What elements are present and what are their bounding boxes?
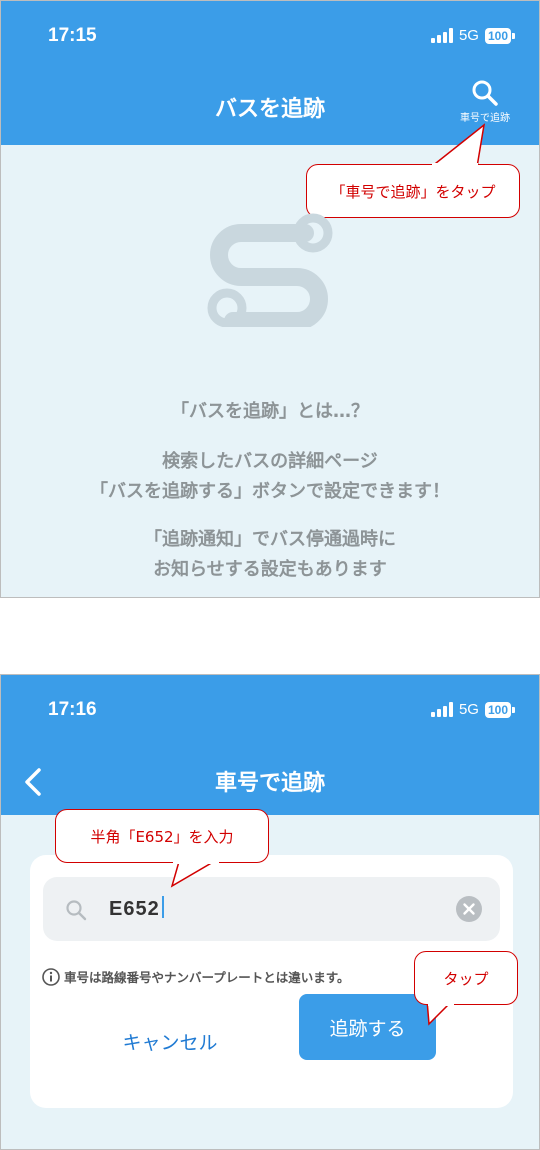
track-by-number-label: 車号で追跡 — [460, 113, 510, 124]
input-value: E652 — [109, 896, 164, 921]
signal-icon — [430, 28, 453, 43]
callout-tap-search: 「車号で追跡」をタップ — [306, 164, 520, 218]
search-icon — [472, 80, 498, 106]
empty-line-3: 「追跡通知」でバス停通過時に — [144, 529, 396, 550]
callout-text: タップ — [443, 969, 489, 988]
callout-tap-track: タップ — [414, 951, 518, 1005]
clear-icon[interactable] — [456, 896, 482, 922]
signal-icon — [430, 702, 453, 717]
empty-line-1: 検索したバスの詳細ページ — [162, 451, 378, 472]
track-button-label: 追跡する — [329, 1017, 406, 1040]
search-icon — [66, 900, 87, 921]
network-type: 5G — [458, 27, 479, 44]
cancel-button[interactable]: キャンセル — [110, 1023, 230, 1063]
status-time: 17:15 — [48, 25, 97, 46]
status-indicators: 5G 100 — [430, 27, 515, 44]
status-bar: 17:15 5G 100 — [1, 1, 539, 71]
vehicle-number-input[interactable]: E652 — [43, 877, 500, 941]
info-icon — [42, 967, 60, 986]
callout-text: 半角「E652」を入力 — [90, 827, 234, 846]
battery-icon: 100 — [484, 701, 515, 718]
empty-line-2: 「バスを追跡する」ボタンで設定できます！ — [90, 481, 450, 502]
screen-bus-tracking: 17:15 5G 100 バスを追跡 車号で追跡 「車号で追跡」をタップ 「バス… — [0, 0, 540, 598]
track-button[interactable]: 追跡する — [299, 994, 436, 1060]
route-icon — [207, 213, 333, 327]
page-title: 車号で追跡 — [214, 771, 325, 796]
status-time: 17:16 — [48, 699, 97, 720]
status-bar: 17:16 5G 100 — [1, 675, 539, 745]
empty-heading: 「バスを追跡」とは…？ — [171, 401, 369, 422]
network-type: 5G — [458, 701, 479, 718]
empty-line-4: お知らせする設定もあります — [153, 559, 387, 580]
screen-track-by-number: 17:16 5G 100 車号で追跡 E652 車号は路線番号やナンバープレート… — [0, 674, 540, 1150]
callout-input-number: 半角「E652」を入力 — [55, 809, 269, 863]
callout-text: 「車号で追跡」をタップ — [330, 182, 496, 201]
battery-level: 100 — [484, 701, 511, 718]
battery-icon: 100 — [484, 27, 515, 44]
status-indicators: 5G 100 — [430, 701, 515, 718]
note-text: 車号は路線番号やナンバープレートとは違います。 — [64, 970, 350, 985]
nav-bar: 車号で追跡 — [1, 745, 539, 815]
battery-level: 100 — [484, 27, 511, 44]
input-note: 車号は路線番号やナンバープレートとは違います。 — [42, 967, 350, 986]
